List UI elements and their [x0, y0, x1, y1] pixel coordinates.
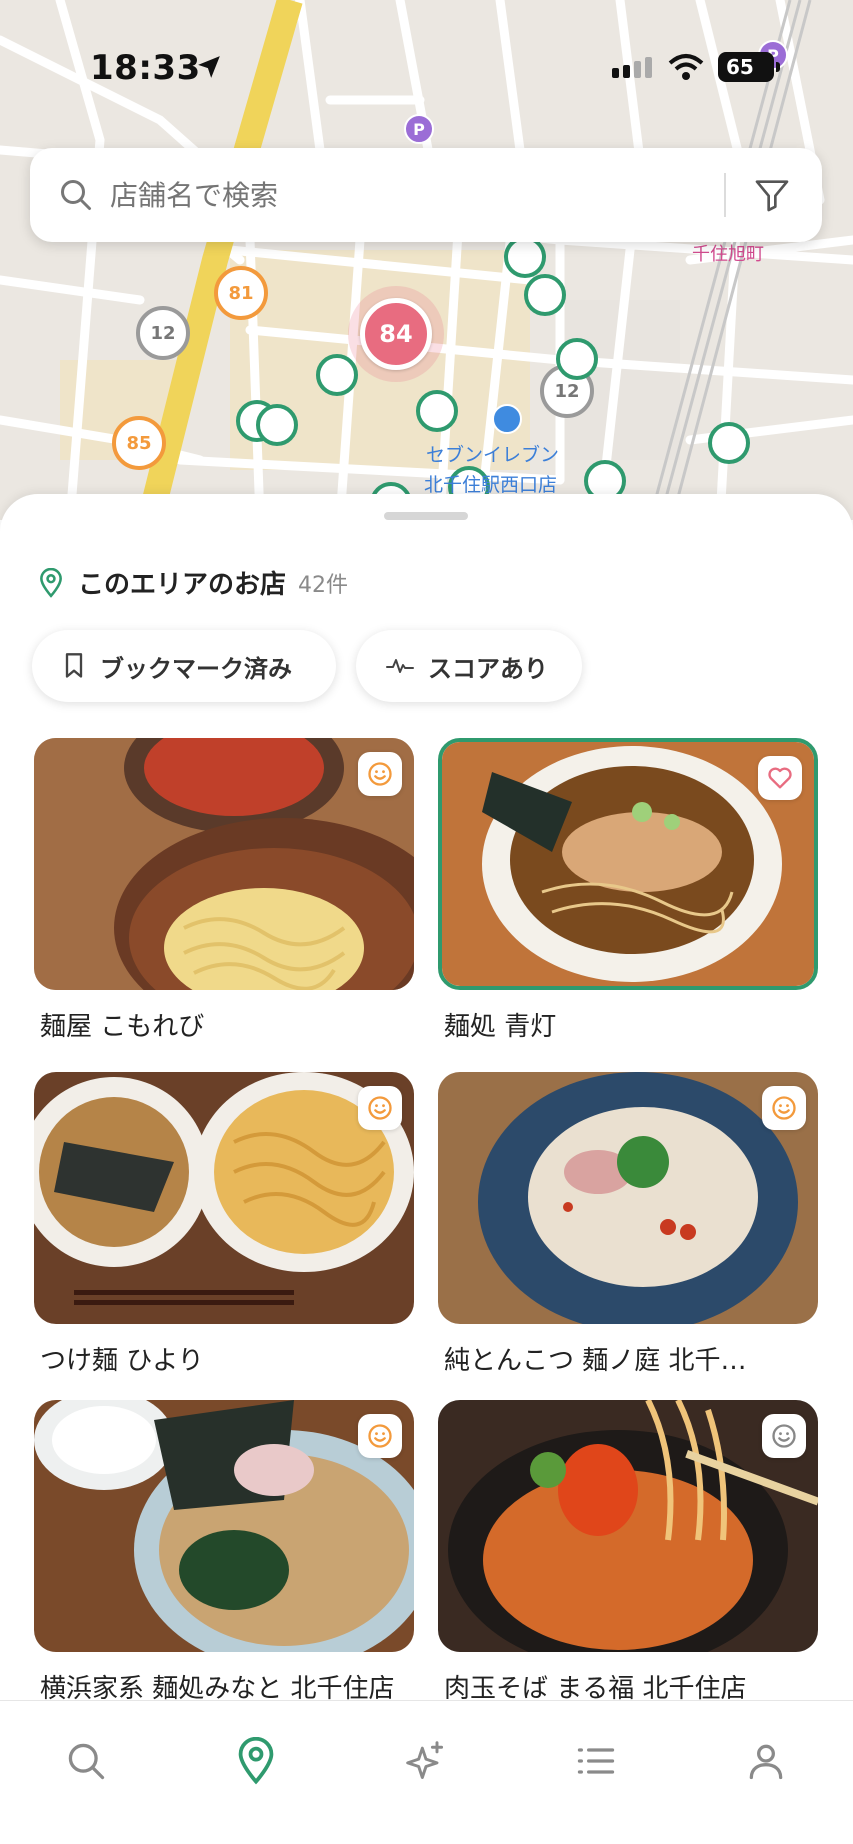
- heart-icon: [768, 767, 792, 789]
- shop-pin[interactable]: [524, 274, 566, 316]
- shop-photo: [438, 1400, 818, 1652]
- map-pin-icon: [238, 1737, 274, 1785]
- shop-card[interactable]: つけ麺 ひより: [34, 1072, 414, 1377]
- area-count: 42件: [298, 572, 349, 598]
- smiley-gray-icon: [772, 1424, 796, 1448]
- chip-label: スコアあり: [428, 654, 548, 683]
- map-store-branch-label: 北千住駅西口店: [424, 474, 558, 496]
- nav-profile[interactable]: [736, 1731, 796, 1791]
- nav-recommend[interactable]: [396, 1731, 456, 1791]
- cluster-halo: 84: [348, 286, 444, 382]
- wifi-icon: [668, 54, 704, 80]
- status-bar: 18:33 65: [0, 0, 853, 130]
- shop-pin[interactable]: [556, 338, 598, 380]
- map-district-label: 千住旭町: [692, 244, 764, 265]
- shop-card[interactable]: 横浜家系 麺処みなと 北千住店: [34, 1400, 414, 1705]
- store-poi-icon: [492, 404, 522, 434]
- bookmark-icon: [65, 653, 83, 678]
- battery-indicator: 65: [718, 52, 780, 82]
- smiley-icon: [368, 1096, 392, 1120]
- search-divider: [724, 173, 726, 217]
- shop-name: 純とんこつ 麺ノ庭 北千…: [444, 1346, 747, 1376]
- search-icon: [68, 1743, 105, 1780]
- search-bar: [30, 148, 822, 242]
- map-pin-icon: [40, 567, 62, 598]
- favorite-badge[interactable]: [758, 756, 802, 800]
- filter-icon: [755, 180, 789, 212]
- sparkle-icon: [406, 1741, 444, 1779]
- filter-button[interactable]: [748, 171, 796, 219]
- shop-card[interactable]: 純とんこつ 麺ノ庭 北千…: [438, 1072, 818, 1377]
- pulse-icon: [386, 659, 414, 673]
- shop-name: 麺処 青灯: [444, 1012, 557, 1042]
- search-icon: [61, 180, 91, 210]
- smiley-icon: [368, 1424, 392, 1448]
- smiley-icon: [772, 1096, 796, 1120]
- nav-map[interactable]: [226, 1731, 286, 1791]
- shop-pin[interactable]: [256, 404, 298, 446]
- cluster-pin-84[interactable]: 84: [360, 298, 432, 370]
- shop-card[interactable]: 麺屋 こもれび: [34, 738, 414, 1043]
- score-pin-12[interactable]: 12: [136, 306, 190, 360]
- battery-level: 65: [726, 55, 754, 79]
- smiley-icon: [368, 762, 392, 786]
- nav-search[interactable]: [56, 1731, 116, 1791]
- shop-name: つけ麺 ひより: [40, 1346, 204, 1376]
- shop-name: 麺屋 こもれび: [40, 1012, 205, 1042]
- scored-filter-chip[interactable]: スコアあり: [356, 630, 582, 702]
- shop-photo: [34, 1400, 414, 1652]
- rating-badge[interactable]: [762, 1086, 806, 1130]
- area-title: このエリアのお店: [78, 570, 287, 600]
- rating-badge[interactable]: [762, 1414, 806, 1458]
- rating-badge[interactable]: [358, 1414, 402, 1458]
- shop-photo: [34, 1072, 414, 1324]
- bookmarked-filter-chip[interactable]: ブックマーク済み: [32, 630, 336, 702]
- list-icon: [577, 1748, 615, 1774]
- shop-pin[interactable]: [316, 354, 358, 396]
- map-store-label: セブンイレブン: [426, 444, 560, 466]
- shop-card[interactable]: 肉玉そば まる福 北千住店: [438, 1400, 818, 1705]
- cellular-signal-icon: [612, 57, 652, 78]
- shop-photo: [34, 738, 414, 990]
- score-pin-81[interactable]: 81: [214, 266, 268, 320]
- shop-photo: [438, 738, 818, 990]
- search-input[interactable]: [110, 165, 724, 225]
- shop-card-selected[interactable]: 麺処 青灯: [438, 738, 818, 1043]
- shop-pin[interactable]: [504, 236, 546, 278]
- shop-photo: [438, 1072, 818, 1324]
- shop-pin[interactable]: [708, 422, 750, 464]
- chip-label: ブックマーク済み: [100, 654, 292, 683]
- shop-pin[interactable]: [416, 390, 458, 432]
- rating-badge[interactable]: [358, 1086, 402, 1130]
- rating-badge[interactable]: [358, 752, 402, 796]
- location-arrow-icon: [198, 56, 220, 78]
- shop-list-sheet: このエリアのお店 42件 ブックマーク済み スコアあり 麺屋 こもれび 麺処 青…: [0, 494, 853, 1844]
- sheet-drag-handle[interactable]: [384, 512, 468, 520]
- score-pin-85[interactable]: 85: [112, 416, 166, 470]
- nav-list[interactable]: [566, 1731, 626, 1791]
- profile-icon: [749, 1744, 783, 1780]
- area-header: このエリアのお店 42件: [38, 564, 348, 601]
- bottom-navigation: [0, 1700, 853, 1844]
- status-time: 18:33: [90, 48, 201, 88]
